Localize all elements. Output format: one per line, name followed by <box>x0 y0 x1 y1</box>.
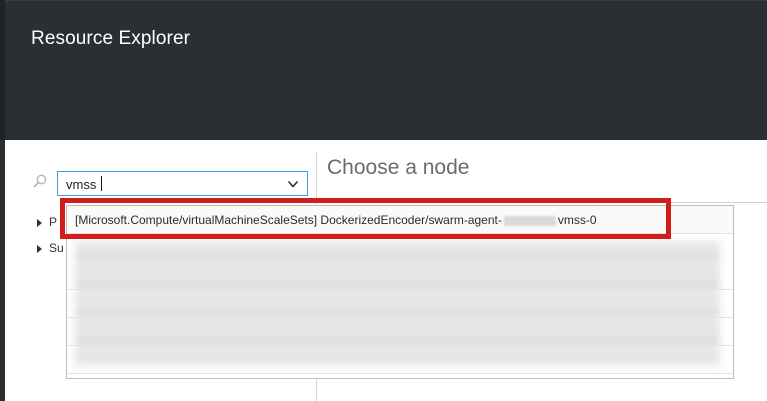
search-result-item[interactable] <box>67 290 733 318</box>
main-heading: Choose a node <box>327 156 470 179</box>
triangle-right-icon[interactable] <box>37 244 42 253</box>
search-icon <box>33 174 47 188</box>
header-top-line <box>5 0 767 1</box>
resource-explorer-window: Resource Explorer vmss P Su Choose a nod… <box>0 0 767 401</box>
search-result-item[interactable] <box>67 262 733 290</box>
highlight-box <box>60 198 671 239</box>
search-input-value: vmss <box>66 177 97 192</box>
tree-item-subscriptions[interactable]: Su <box>37 241 64 255</box>
tree-item-label: Su <box>49 241 64 255</box>
tree-item-providers[interactable]: P <box>37 215 57 229</box>
triangle-right-icon[interactable] <box>37 218 42 227</box>
search-result-item[interactable] <box>67 318 733 346</box>
text-cursor <box>101 176 102 191</box>
search-result-item[interactable] <box>67 346 733 374</box>
app-header: Resource Explorer <box>0 0 767 140</box>
chevron-down-icon[interactable] <box>287 178 299 190</box>
app-title: Resource Explorer <box>31 28 191 49</box>
search-input[interactable]: vmss <box>57 171 308 196</box>
header-left-edge <box>0 0 5 140</box>
left-edge <box>0 140 5 401</box>
tree-item-label: P <box>49 215 58 229</box>
